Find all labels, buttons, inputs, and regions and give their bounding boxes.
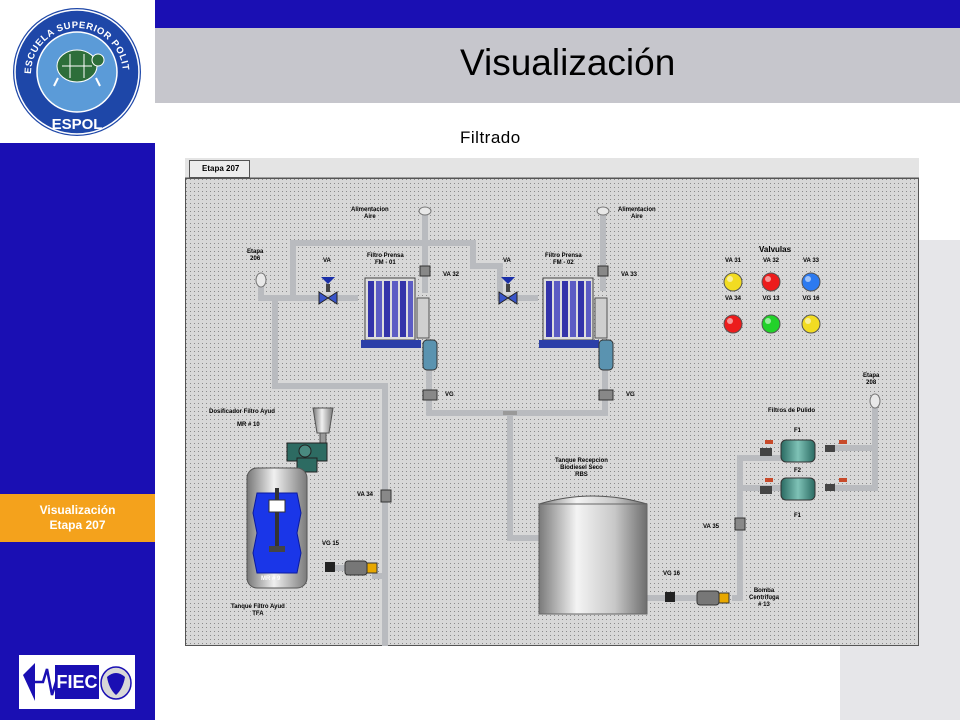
fiec-logo-icon: FIEC bbox=[23, 663, 132, 701]
tab-etapa-207[interactable]: Etapa 207 bbox=[189, 160, 251, 178]
valve-status-highlight bbox=[805, 318, 811, 324]
label-dosificador: Dosificador Filtro Ayud bbox=[209, 409, 275, 415]
label-f1-bottom: F1 bbox=[794, 513, 802, 519]
label-bomba-centrifuga: Bomba Centrifuga # 13 bbox=[749, 588, 779, 608]
label-vg15: VG 15 bbox=[322, 541, 340, 547]
label-valvulas: Valvulas bbox=[759, 245, 792, 254]
label-f1-top: F1 bbox=[794, 428, 802, 434]
espol-logo: ESCUELA SUPERIOR POLITECNICA DEL LITORAL… bbox=[0, 0, 155, 143]
valve-status-light[interactable] bbox=[761, 272, 781, 292]
valve-status-light[interactable] bbox=[761, 314, 781, 334]
label-vg16: VG 16 bbox=[663, 571, 681, 577]
label-tanque-filtro-ayuda: Tanque Filtro Ayud TFA bbox=[231, 604, 285, 617]
valve-status-label: VA 32 bbox=[763, 258, 780, 264]
label-etapa-208: Etapa 208 bbox=[863, 373, 880, 386]
valve-status-light[interactable] bbox=[723, 314, 743, 334]
page-subtitle: Filtrado bbox=[460, 128, 521, 147]
label-va-left: VA bbox=[323, 258, 331, 264]
nav-line-2: Etapa 207 bbox=[49, 518, 106, 532]
top-bar bbox=[155, 0, 960, 28]
espol-name-text: ESPOL bbox=[52, 116, 103, 133]
valve-status-highlight bbox=[727, 318, 733, 324]
nav-line-1: Visualización bbox=[39, 503, 116, 517]
valve-status-label: VG 16 bbox=[802, 296, 820, 302]
hmi-diagram: VA 31 VA 32 VA 33 VA 34 VG 13 VG 16 bbox=[185, 158, 919, 646]
label-filtro-prensa-2: Filtro Prensa FM - 02 bbox=[545, 253, 582, 266]
espol-seal-icon: ESCUELA SUPERIOR POLITECNICA DEL LITORAL… bbox=[0, 0, 141, 136]
valve-va33[interactable] bbox=[597, 265, 609, 277]
label-alimentacion-left: Alimentacion Aire bbox=[351, 207, 389, 220]
label-va32: VA 32 bbox=[443, 272, 460, 278]
valve-status-label: VA 34 bbox=[725, 296, 742, 302]
page-title: Visualización bbox=[460, 42, 676, 83]
valve-va32[interactable] bbox=[419, 265, 431, 277]
label-filtro-prensa-1: Filtro Prensa FM - 01 bbox=[367, 253, 404, 266]
label-filtros-pulido: Filtros de Pulido bbox=[768, 408, 816, 414]
nav-visualizacion-etapa-207[interactable]: Visualización Etapa 207 bbox=[0, 494, 155, 542]
label-va35: VA 35 bbox=[703, 524, 720, 530]
fiec-logo: FIEC bbox=[19, 655, 135, 709]
valve-status-highlight bbox=[805, 276, 811, 282]
label-va33: VA 33 bbox=[621, 272, 638, 278]
label-vg-left: VG bbox=[445, 392, 454, 398]
valve-status-label: VA 33 bbox=[803, 258, 820, 264]
valve-status-highlight bbox=[765, 276, 771, 282]
label-vg-right: VG bbox=[626, 392, 635, 398]
valve-status-label: VA 31 bbox=[725, 258, 742, 264]
valve-status-light[interactable] bbox=[801, 314, 821, 334]
label-tanque-recepcion: Tanque Recepcion Biodiesel Seco RBS bbox=[555, 458, 608, 478]
valve-status-highlight bbox=[727, 276, 733, 282]
label-mr9: MR # 9 bbox=[261, 576, 281, 582]
pipe-tee bbox=[503, 411, 517, 415]
label-va-right: VA bbox=[503, 258, 511, 264]
label-alimentacion-right: Alimentacion Aire bbox=[618, 207, 656, 220]
tanque-filtro-ayuda bbox=[246, 467, 308, 589]
valve-va34[interactable] bbox=[380, 489, 392, 503]
valve-status-light[interactable] bbox=[723, 272, 743, 292]
valve-status-label: VG 13 bbox=[762, 296, 780, 302]
valve-status-light[interactable] bbox=[801, 272, 821, 292]
tanque-recepcion bbox=[538, 495, 648, 615]
label-mr10: MR # 10 bbox=[237, 422, 260, 428]
label-f2: F2 bbox=[794, 468, 802, 474]
label-etapa-206: Etapa 206 bbox=[247, 249, 264, 262]
label-va34: VA 34 bbox=[357, 492, 374, 498]
fiec-name-text: FIEC bbox=[56, 672, 97, 692]
valve-va35[interactable] bbox=[734, 517, 746, 531]
valve-status-highlight bbox=[765, 318, 771, 324]
hmi-screen: VA 31 VA 32 VA 33 VA 34 VG 13 VG 16 Etapa 207… bbox=[185, 158, 919, 646]
